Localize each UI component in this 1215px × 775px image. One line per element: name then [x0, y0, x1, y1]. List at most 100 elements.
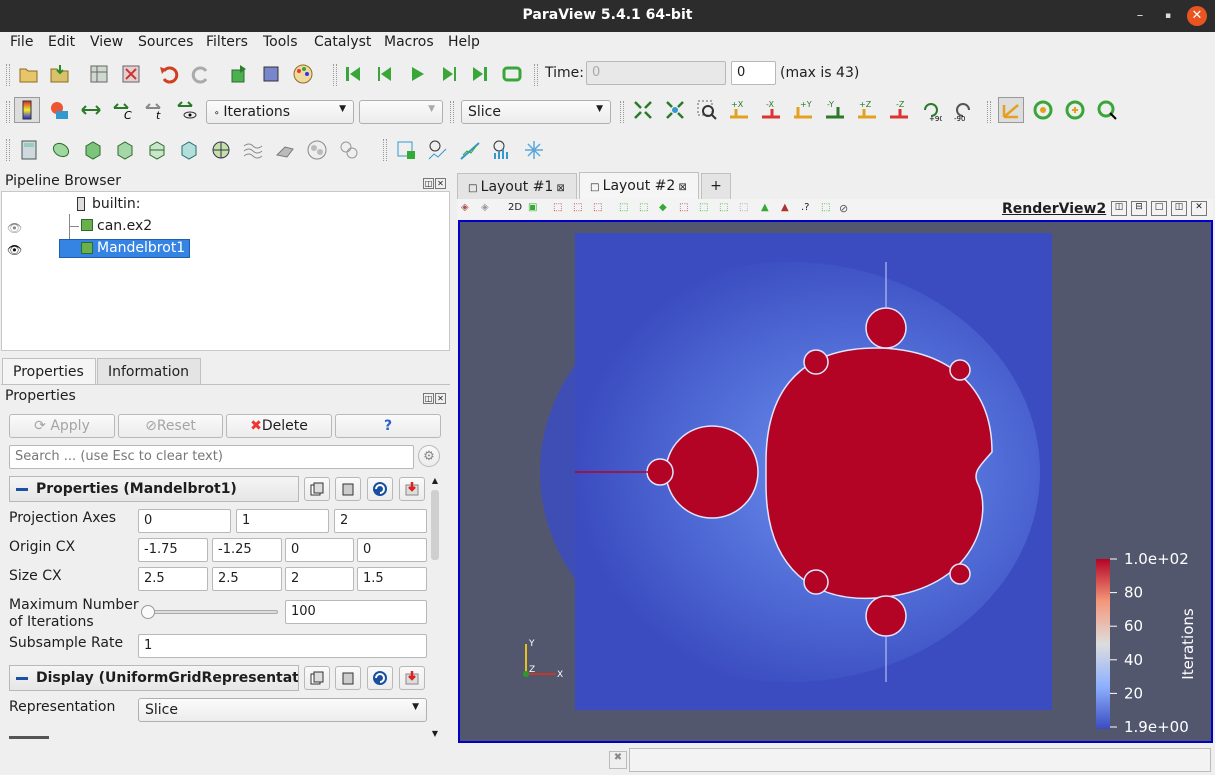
plot-selection-icon[interactable] — [393, 137, 419, 163]
color-component-combo[interactable]: ▼ — [359, 100, 443, 124]
apply-button[interactable]: ⟳ Apply — [9, 414, 115, 438]
view-plus-z-icon[interactable]: +Z — [854, 97, 880, 123]
search-input[interactable]: Search ... (use Esc to clear text) — [9, 445, 414, 469]
toolbar-grip[interactable] — [333, 64, 337, 86]
max-iterations-slider-handle[interactable] — [141, 605, 155, 619]
toggle-2d-3d-button[interactable]: 2D — [508, 202, 522, 213]
delete-button[interactable]: ✖Delete — [226, 414, 332, 438]
toggle-color-legend-icon[interactable] — [14, 97, 40, 123]
split-horizontal-icon[interactable]: ◫ — [1111, 201, 1127, 216]
tab-properties[interactable]: Properties — [2, 358, 96, 384]
edit-selection-icon[interactable]: ⬚ — [821, 202, 830, 213]
projection-axis-0[interactable]: 0 — [138, 509, 231, 533]
capture-icon[interactable]: ◈ — [461, 202, 469, 213]
select-cells-on-icon[interactable]: ⬚ — [553, 202, 562, 213]
reset-button[interactable]: ⊘Reset — [118, 414, 223, 438]
scroll-up-icon[interactable]: ▲ — [429, 476, 441, 485]
float-panel-icon[interactable]: ◫ — [423, 393, 434, 404]
maximize-button[interactable]: ▪ — [1158, 6, 1178, 26]
color-array-combo[interactable]: ⚬ Iterations ▼ — [206, 100, 354, 124]
projection-axis-1[interactable]: 1 — [236, 509, 329, 533]
display-section-header[interactable]: Display (UniformGridRepresentatic — [9, 665, 299, 691]
histogram-icon[interactable] — [489, 137, 515, 163]
reset-camera-icon[interactable] — [630, 97, 656, 123]
toolbar-grip[interactable] — [6, 101, 10, 123]
origin-cx-2[interactable]: 0 — [285, 538, 354, 562]
eye-icon[interactable]: 👁 — [7, 243, 22, 257]
camera-link-icon[interactable]: ◈ — [481, 202, 489, 213]
shrink-selection-icon[interactable]: .? — [801, 202, 810, 213]
extract-subset-icon[interactable] — [176, 137, 202, 163]
add-layout-tab[interactable]: + — [701, 173, 731, 199]
save-defaults-icon[interactable] — [399, 477, 425, 501]
minimize-button[interactable]: – — [1130, 6, 1150, 26]
plot-over-time-icon[interactable] — [425, 137, 451, 163]
zoom-to-data-icon[interactable] — [662, 97, 688, 123]
close-view-icon[interactable]: ✕ — [1191, 201, 1207, 216]
toolbar-grip[interactable] — [6, 64, 10, 86]
properties-scrollbar[interactable]: ▲ ▼ — [429, 476, 441, 738]
save-defaults-icon[interactable] — [399, 666, 425, 690]
show-center-icon[interactable] — [1030, 97, 1056, 123]
view-minus-y-icon[interactable]: -Y — [822, 97, 848, 123]
pipeline-item-mandelbrot1[interactable]: Mandelbrot1 — [97, 240, 185, 256]
group-datasets-icon[interactable] — [304, 137, 330, 163]
subsample-rate-input[interactable]: 1 — [138, 634, 427, 658]
warp-by-vector-icon[interactable] — [272, 137, 298, 163]
first-frame-icon[interactable] — [340, 61, 366, 87]
threshold-icon[interactable] — [144, 137, 170, 163]
last-frame-icon[interactable] — [467, 61, 493, 87]
close-tab-icon[interactable]: ⊠ — [553, 183, 565, 194]
menu-help[interactable]: Help — [448, 34, 480, 50]
menu-tools[interactable]: Tools — [263, 34, 298, 50]
pipeline-item-can-ex2[interactable]: can.ex2 — [97, 218, 152, 234]
tab-layout-1[interactable]: □ Layout #1 ⊠ — [457, 173, 577, 199]
view-minus-z-icon[interactable]: -Z — [886, 97, 912, 123]
representation-select[interactable]: Slice ▼ — [138, 698, 427, 722]
menu-filters[interactable]: Filters — [206, 34, 248, 50]
select-blocks-icon[interactable]: ⬚ — [679, 202, 688, 213]
clip-icon[interactable] — [80, 137, 106, 163]
help-button[interactable]: ? — [335, 414, 441, 438]
rescale-data-range-icon[interactable] — [78, 97, 104, 123]
zoom-to-box-icon[interactable] — [694, 97, 720, 123]
tab-layout-2[interactable]: □ Layout #2 ⊠ — [579, 172, 699, 199]
toolbar-grip[interactable] — [383, 139, 387, 161]
palette-icon[interactable] — [290, 61, 316, 87]
glyph-icon[interactable] — [208, 137, 234, 163]
camera-icon[interactable]: ▣ — [528, 202, 537, 213]
probe-location-icon[interactable] — [521, 137, 547, 163]
previous-frame-icon[interactable] — [372, 61, 398, 87]
render-canvas[interactable]: 1.0e+02 80 60 40 20 1.9e+00 Iterations Y X Z — [460, 222, 1211, 741]
view-minus-x-icon[interactable]: -X — [758, 97, 784, 123]
loop-icon[interactable] — [499, 61, 525, 87]
clear-selection-icon[interactable]: ⊘ — [839, 202, 848, 215]
undo-icon[interactable] — [156, 61, 182, 87]
plot-over-line-icon[interactable] — [457, 137, 483, 163]
origin-cx-0[interactable]: -1.75 — [138, 538, 208, 562]
size-cx-0[interactable]: 2.5 — [138, 567, 208, 591]
float-panel-icon[interactable]: ◫ — [423, 178, 434, 189]
restore-defaults-icon[interactable] — [367, 666, 393, 690]
size-cx-3[interactable]: 1.5 — [357, 567, 427, 591]
close-button[interactable]: ✕ — [1187, 6, 1207, 26]
menu-macros[interactable]: Macros — [384, 34, 434, 50]
toolbar-grip[interactable] — [987, 101, 991, 123]
rescale-custom-range-icon[interactable]: C — [110, 97, 136, 123]
properties-section-header[interactable]: Properties (Mandelbrot1) — [9, 476, 299, 502]
next-frame-icon[interactable] — [436, 61, 462, 87]
play-icon[interactable] — [404, 61, 430, 87]
redo-icon[interactable] — [188, 61, 214, 87]
interactive-select-cells-icon[interactable]: ⬚ — [699, 202, 708, 213]
hover-points-icon[interactable]: ⬚ — [739, 202, 748, 213]
edit-color-map-icon[interactable] — [46, 97, 72, 123]
toolbar-grip[interactable] — [6, 139, 10, 161]
open-file-icon[interactable] — [16, 61, 42, 87]
contour-icon[interactable] — [48, 137, 74, 163]
rescale-visible-range-icon[interactable] — [174, 97, 200, 123]
select-polygon-points-icon[interactable]: ◆ — [659, 202, 667, 213]
tab-information[interactable]: Information — [97, 358, 201, 384]
camera-undo-icon[interactable] — [226, 61, 252, 87]
rescale-temporal-range-icon[interactable]: t — [142, 97, 168, 123]
camera-redo-icon[interactable] — [258, 61, 284, 87]
